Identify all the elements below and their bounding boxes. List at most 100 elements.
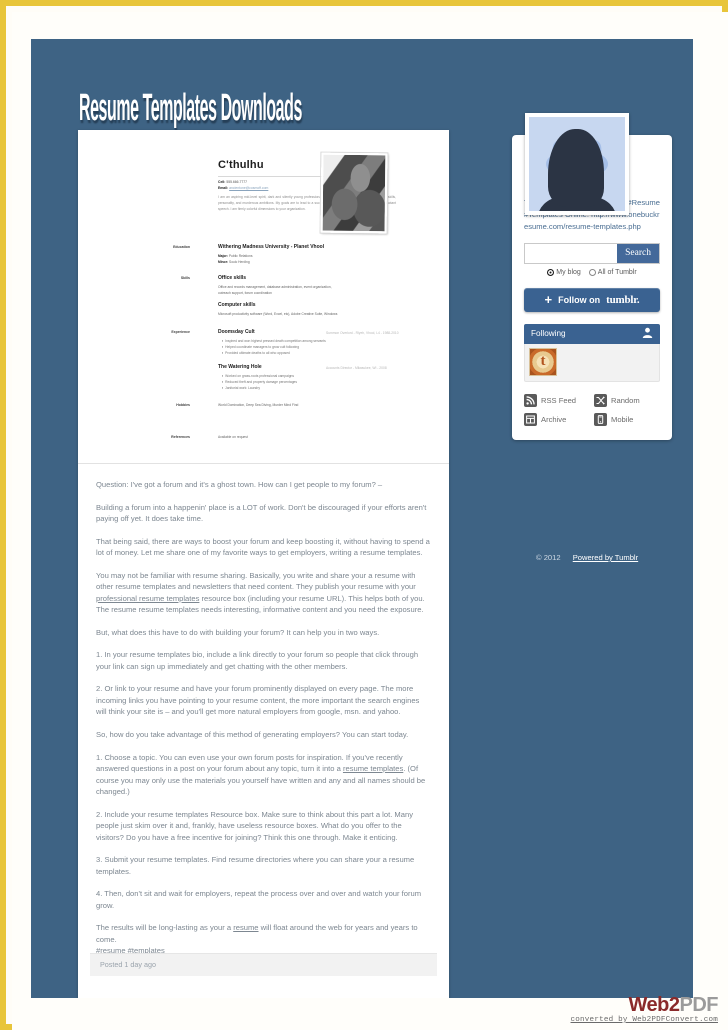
grid-icon: [524, 412, 537, 426]
follow-label: Follow on: [558, 294, 601, 305]
watermark-brand-b: PDF: [679, 994, 719, 1016]
post-paragraph: 2. Or link to your resume and have your …: [96, 684, 420, 717]
resume-sub: Office and records management, database …: [218, 285, 332, 289]
blog-canvas: Resume Templates Downloads C'thulhu Cell…: [31, 39, 693, 998]
resume-section-label: Skills: [180, 276, 190, 280]
resume-bullet: Reduced theft and property damage percen…: [222, 380, 297, 384]
sidebar: The Largest Database of Free #Resume #Te…: [512, 113, 672, 440]
resume-bullet: Provided ultimate deaths to all who oppo…: [222, 351, 290, 355]
watermark-sub: converted by Web2PDFConvert.com: [570, 1016, 718, 1024]
resume-bullet: Helped coordinate managers to grow cult …: [222, 345, 299, 349]
mobile-label: Mobile: [611, 414, 634, 424]
following-list: t: [524, 343, 660, 382]
post-paragraph: But, what does this have to do with buil…: [96, 627, 380, 637]
post-card: C'thulhu Cell: 555.666.7777 Email: ancie…: [78, 130, 449, 998]
resume-section-heading: Computer skills: [218, 302, 256, 308]
shuffle-icon: [594, 393, 607, 407]
radio-my-blog-label: My blog: [556, 268, 581, 276]
following-avatar[interactable]: t: [529, 347, 557, 376]
resume-bullet: Janitorial work: Laundry: [222, 386, 260, 390]
post-text-a: You may not be familiar with resume shar…: [96, 570, 416, 592]
resume-image: C'thulhu Cell: 555.666.7777 Email: ancie…: [78, 130, 449, 464]
post-body: Question: I've got a forum and it's a gh…: [78, 463, 449, 968]
resume-section-heading: Office skills: [218, 275, 247, 281]
archive-link[interactable]: Archive: [524, 412, 590, 426]
archive-label: Archive: [541, 414, 567, 424]
radio-my-blog[interactable]: My blog: [547, 268, 581, 276]
resume-section-label: Experience: [171, 330, 190, 334]
page-title: Resume Templates Downloads: [79, 87, 302, 129]
resume-name: C'thulhu: [218, 159, 264, 171]
mobile-link[interactable]: Mobile: [594, 412, 660, 426]
post-paragraph: Question: I've got a forum and it's a gh…: [96, 480, 383, 489]
search-button[interactable]: Search: [617, 243, 659, 263]
radio-all-tumblr[interactable]: All of Tumblr: [588, 268, 637, 276]
resume-section-heading: Withering Madness University - Planet Vh…: [218, 244, 325, 250]
resume-section-meta: Summon Overlord - Rlyeh, Vhool, L4 - 198…: [326, 331, 399, 335]
avatar: [525, 113, 629, 215]
post-footer: Posted 1 day ago: [90, 953, 437, 976]
post-paragraph: 1. In your resume templates bio, include…: [96, 650, 419, 671]
site-footer: © 2012 Powered by Tumblr: [536, 553, 638, 562]
post-paragraph: That being said, there are ways to boost…: [96, 536, 430, 558]
resume-sub: World Domination, Deep Sea Diving, Murde…: [218, 403, 299, 407]
sidebar-links: RSS Feed Random Archive Mobile: [524, 393, 660, 426]
resume-section-heading: Doomsday Cult: [218, 329, 255, 335]
post-timestamp: Posted 1 day ago: [100, 960, 156, 969]
watermark-brand: Web2PDF: [571, 994, 719, 1016]
radio-dot-icon[interactable]: [547, 268, 555, 276]
resume-sub: Major: Public Relations: [218, 254, 253, 258]
post-paragraph: The results will be long-lasting as your…: [96, 922, 431, 957]
watermark-brand-a: Web2: [628, 994, 680, 1016]
resume-sub: outreach support, forum coordination: [218, 291, 272, 295]
person-icon: [642, 327, 653, 340]
rss-feed-label: RSS Feed: [541, 395, 577, 405]
copyright: © 2012: [536, 553, 561, 562]
search-scope-radios: My blog All of Tumblr: [524, 268, 660, 276]
resume-templates-link[interactable]: resume templates: [343, 764, 403, 773]
post-paragraph: 2. Include your resume templates Resourc…: [96, 809, 413, 842]
web2pdf-watermark: Web2PDF converted by Web2PDFConvert.com: [570, 994, 719, 1024]
resume-phone: Cell: 555.666.7777: [218, 180, 248, 184]
resume-section-label: Education: [173, 245, 190, 249]
rss-feed-link[interactable]: RSS Feed: [524, 393, 590, 407]
search-input[interactable]: [525, 243, 618, 263]
post-paragraph: You may not be familiar with resume shar…: [96, 570, 431, 616]
resume-email: Email: ancientone@cosmoff.com: [218, 186, 269, 190]
rss-icon: [524, 393, 537, 407]
radio-dot-icon[interactable]: [588, 268, 596, 276]
printed-page-frame: Resume Templates Downloads C'thulhu Cell…: [0, 0, 728, 1030]
post-paragraph: 3. Submit your resume templates. Find re…: [96, 855, 415, 876]
post-paragraph: 1. Choose a topic. You can even use your…: [96, 752, 431, 798]
professional-resume-templates-link[interactable]: professional resume templates: [96, 594, 199, 603]
resume-sub: Microsoft productivity software (Word, E…: [218, 312, 338, 316]
following-header: Following: [524, 323, 660, 344]
resume-section-label: Hobbies: [176, 403, 190, 407]
page-inner: Resume Templates Downloads C'thulhu Cell…: [12, 12, 728, 1030]
follow-on-tumblr-button[interactable]: + Follow on tumblr.: [524, 287, 660, 312]
post-paragraph: 4. Then, don't sit and wait for employer…: [96, 889, 422, 910]
post-paragraph: So, how do you take advantage of this me…: [96, 729, 409, 739]
post-paragraph: Building a forum into a happenin' place …: [96, 502, 427, 524]
silhouette-head-icon: [548, 129, 604, 207]
powered-by-tumblr-link[interactable]: Powered by Tumblr: [573, 553, 638, 562]
resume-sub: Available on request: [218, 435, 248, 439]
resume-sheet: C'thulhu Cell: 555.666.7777 Email: ancie…: [96, 139, 431, 459]
random-link[interactable]: Random: [594, 393, 660, 407]
resume-section-label: References: [171, 435, 190, 439]
resume-sub: Minor: Soulс Herding: [218, 260, 250, 264]
resume-section-heading: The Watering Hole: [218, 364, 262, 370]
resume-bullet: Worked on grass-roots professional campa…: [222, 374, 294, 378]
phone-icon: [594, 412, 607, 426]
resume-portrait-photo: [320, 152, 388, 234]
random-label: Random: [611, 395, 640, 405]
search-form: Search: [524, 242, 660, 264]
plus-icon: +: [544, 292, 553, 308]
resume-section-meta: Accounts Director - Milwaukee, WI - 2008: [326, 366, 387, 370]
following-title: Following: [531, 329, 566, 339]
post-text-e: The results will be long-lasting as your…: [96, 923, 234, 933]
resume-bullet: Inspired and won highest pressed death c…: [222, 339, 326, 343]
radio-all-tumblr-label: All of Tumblr: [597, 268, 637, 276]
tumblr-wordmark: tumblr.: [606, 293, 640, 306]
resume-link[interactable]: resume: [233, 923, 258, 932]
